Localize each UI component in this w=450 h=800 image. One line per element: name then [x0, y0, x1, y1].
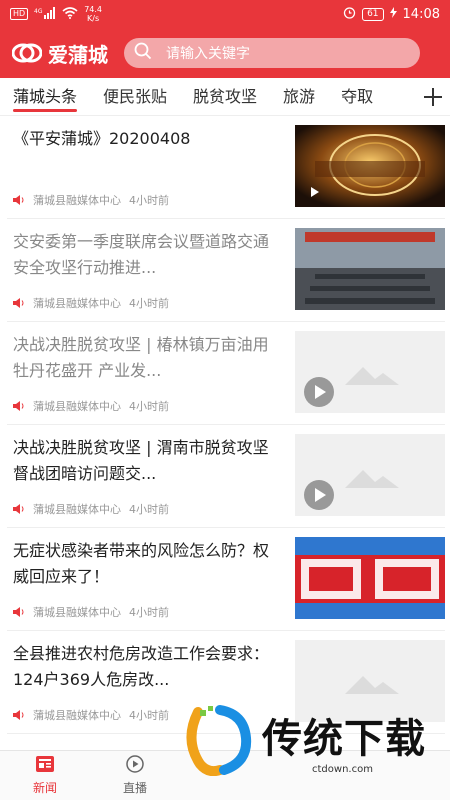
news-source: 蒲城县融媒体中心 — [33, 709, 121, 722]
watermark-logo-icon — [180, 704, 256, 780]
news-meta: 蒲城县融媒体中心 4小时前 — [13, 707, 169, 723]
search-input[interactable]: 请输入关键字 — [124, 38, 420, 68]
news-meta: 蒲城县融媒体中心 4小时前 — [13, 604, 169, 620]
news-source: 蒲城县融媒体中心 — [33, 297, 121, 310]
speaker-icon — [13, 298, 25, 308]
network-speed-value: 74.4 — [84, 5, 102, 14]
news-title: 交安委第一季度联席会议暨道路交通安全攻坚行动推进... — [13, 232, 270, 277]
news-thumbnail[interactable] — [295, 537, 445, 619]
news-time: 4小时前 — [129, 709, 169, 722]
tab-poverty[interactable]: 脱贫攻坚 — [193, 78, 257, 115]
news-item[interactable]: 交安委第一季度联席会议暨道路交通安全攻坚行动推进... 蒲城县融媒体中心 4小时… — [7, 219, 445, 322]
news-meta: 蒲城县融媒体中心 4小时前 — [13, 398, 169, 414]
app-name: 爱蒲城 — [48, 42, 108, 67]
battery-indicator: 61 — [362, 7, 384, 21]
watermark: 传统下载 ctdown.com — [180, 700, 440, 780]
news-list: 《平安蒲城》20200408 蒲城县融媒体中心 4小时前 交安委第一季度联席会议… — [0, 116, 450, 750]
nav-news[interactable]: 新闻 — [0, 751, 90, 800]
news-meta: 蒲城县融媒体中心 4小时前 — [13, 295, 169, 311]
watermark-url: ctdown.com — [312, 764, 373, 775]
news-source: 蒲城县融媒体中心 — [33, 503, 121, 516]
watermark-title: 传统下载 — [262, 716, 426, 762]
network-type-label: 4G — [34, 8, 43, 15]
speaker-icon — [13, 195, 25, 205]
alarm-icon — [343, 6, 356, 22]
news-meta: 蒲城县融媒体中心 4小时前 — [13, 501, 169, 517]
tab-headlines[interactable]: 蒲城头条 — [13, 78, 78, 115]
speaker-icon — [13, 504, 25, 514]
news-title: 决战决胜脱贫攻坚 | 椿林镇万亩油用牡丹花盛开 产业发... — [13, 335, 269, 380]
signal-icon: 4G — [34, 6, 56, 22]
news-source: 蒲城县融媒体中心 — [33, 194, 121, 207]
news-title: 全县推进农村危房改造工作会要求：124户369人危房改... — [13, 644, 270, 689]
status-bar: HD 4G 74.4 K/s 61 14:08 — [0, 0, 450, 28]
charging-icon — [389, 7, 397, 21]
app-logo: 爱蒲城 — [11, 39, 108, 68]
channel-tab-bar: 蒲城头条 便民张贴 脱贫攻坚 旅游 夺取 — [0, 78, 450, 116]
news-time: 4小时前 — [129, 297, 169, 310]
news-meta: 蒲城县融媒体中心 4小时前 — [13, 192, 169, 208]
speaker-icon — [13, 401, 25, 411]
live-icon — [125, 755, 145, 776]
news-source: 蒲城县融媒体中心 — [33, 606, 121, 619]
news-time: 4小时前 — [129, 606, 169, 619]
search-placeholder: 请输入关键字 — [166, 46, 250, 62]
news-thumbnail[interactable] — [295, 228, 445, 310]
nav-news-label: 新闻 — [32, 781, 57, 795]
news-source: 蒲城县融媒体中心 — [33, 400, 121, 413]
news-thumbnail[interactable] — [295, 434, 445, 516]
news-time: 4小时前 — [129, 503, 169, 516]
news-title: 无症状感染者带来的风险怎么防？权威回应来了！ — [13, 541, 270, 586]
news-thumbnail[interactable] — [295, 125, 445, 207]
clock: 14:08 — [402, 6, 440, 22]
network-speed: 74.4 K/s — [84, 5, 102, 23]
search-icon — [134, 42, 152, 64]
news-title: 《平安蒲城》20200408 — [13, 129, 191, 148]
wifi-icon — [62, 6, 78, 22]
network-speed-unit: K/s — [87, 14, 100, 23]
news-item[interactable]: 无症状感染者带来的风险怎么防？权威回应来了！ 蒲城县融媒体中心 4小时前 — [7, 528, 445, 631]
tab-win[interactable]: 夺取 — [341, 78, 373, 115]
plus-icon[interactable] — [416, 78, 450, 115]
news-item[interactable]: 决战决胜脱贫攻坚 | 渭南市脱贫攻坚督战团暗访问题交... 蒲城县融媒体中心 4… — [7, 425, 445, 528]
nav-live[interactable]: 直播 — [90, 751, 180, 800]
news-item[interactable]: 《平安蒲城》20200408 蒲城县融媒体中心 4小时前 — [7, 116, 445, 219]
logo-icon — [11, 42, 43, 64]
app-header: 爱蒲城 请输入关键字 — [0, 28, 450, 78]
news-item[interactable]: 决战决胜脱贫攻坚 | 椿林镇万亩油用牡丹花盛开 产业发... 蒲城县融媒体中心 … — [7, 322, 445, 425]
speaker-icon — [13, 607, 25, 617]
news-time: 4小时前 — [129, 400, 169, 413]
news-time: 4小时前 — [129, 194, 169, 207]
news-thumbnail[interactable] — [295, 331, 445, 413]
speaker-icon — [13, 710, 25, 720]
news-icon — [35, 755, 55, 776]
tab-travel[interactable]: 旅游 — [283, 78, 315, 115]
news-title: 决战决胜脱贫攻坚 | 渭南市脱贫攻坚督战团暗访问题交... — [13, 438, 269, 483]
tab-notices[interactable]: 便民张贴 — [103, 78, 167, 115]
nav-live-label: 直播 — [122, 781, 147, 795]
hd-badge: HD — [10, 8, 29, 20]
